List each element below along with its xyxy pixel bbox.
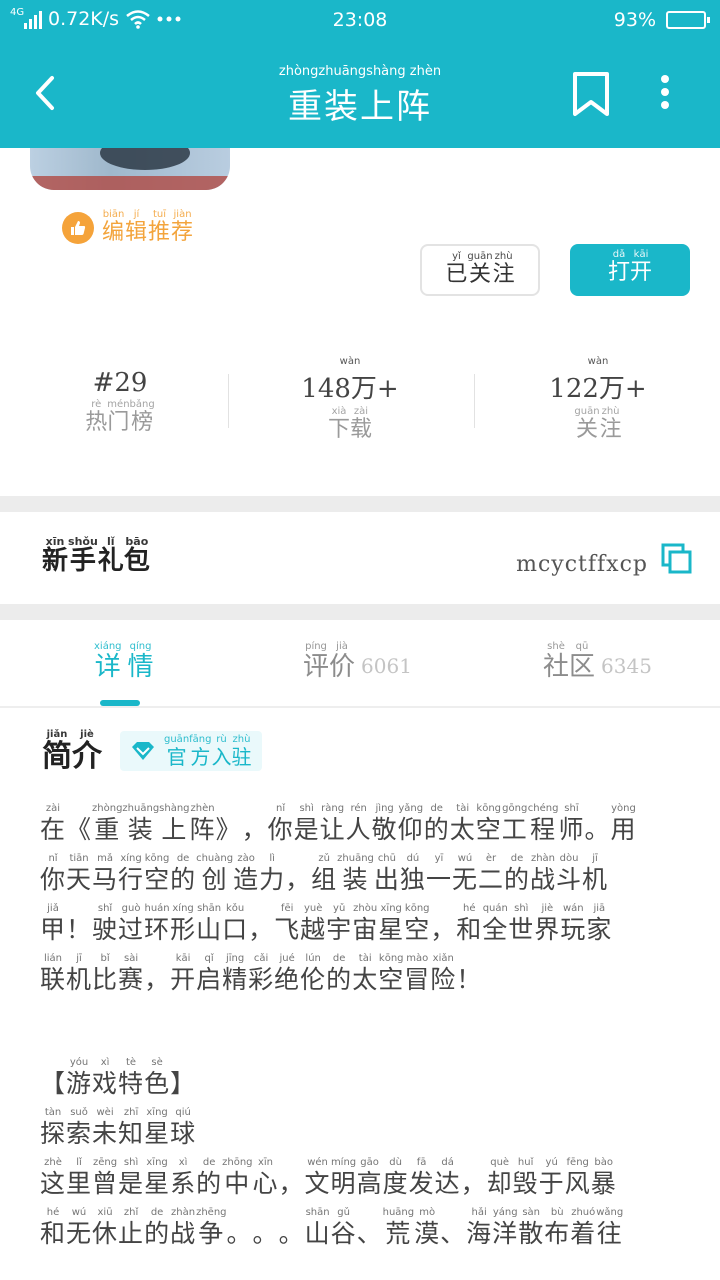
text-line: zài 在《 zhòng 重 zhuāng 装 shàng 上 zhèn 阵》， nǐ 你 shì 是 rà…	[40, 803, 637, 844]
stat-label: guān 关 zhù 注	[574, 406, 622, 442]
stat-value: 148万+	[301, 374, 399, 404]
text-line: lián 联 jī 机 bǐ 比 sài 赛， kāi 开 qǐ 启 jīng 精 cǎi 彩 jué 绝 lún 伦…	[40, 953, 483, 994]
detail-tabs: xiáng 详 qíng 情 píng 评 jià 价 6061 shè 社 qū 区 6345	[0, 620, 720, 708]
section-divider	[0, 496, 720, 512]
stats-row: #29 rè 热 mén 门 bǎng 榜 wàn 148万+ xià 下 zài 载 wàn …	[0, 356, 720, 446]
thumbs-up-icon	[62, 212, 94, 244]
diamond-icon	[132, 742, 154, 760]
stat-value: #29	[92, 368, 148, 398]
text-line: zhè 这 lǐ 里 zēng 曾 shì 是 xīng 星 xì 系 de 的 zhōng 中 xīn 心， wé…	[40, 1157, 617, 1198]
divider	[228, 374, 229, 428]
more-options-icon[interactable]	[650, 70, 680, 118]
features-paragraph: 【yóu 游 xì 戏 tè 特 sè 色】 tàn 探 suǒ 索 wèi 未 zhī 知 xīng 星 qiú 球…	[40, 1058, 680, 1258]
battery-percent: 93%	[613, 9, 656, 31]
back-icon[interactable]	[22, 68, 70, 118]
stat-followers: wàn 122万+ guān 关 zhù 注	[478, 356, 718, 441]
stat-downloads: wàn 148万+ xià 下 zài 载	[230, 356, 470, 441]
text-line: jiǎ 甲！ shǐ 驶 guò 过 huán 环 xíng 形 shān 山 kǒu 口， fēi 飞 yuè…	[40, 903, 613, 944]
page-title-text: 重装上阵	[288, 87, 432, 127]
gift-code[interactable]: mcyctffxcp	[516, 552, 648, 577]
community-count: 6345	[601, 654, 652, 678]
stat-ranking[interactable]: #29 rè 热 mén 门 bǎng 榜	[0, 356, 240, 434]
copy-icon[interactable]	[660, 542, 694, 576]
page-title-pinyin: zhòngzhuāngshàng zhèn	[278, 64, 442, 79]
stat-label: xià 下 zài 载	[327, 406, 373, 442]
text-line: nǐ 你 tiān 天 mǎ 马 xíng 行 kōng 空 de 的 chuàng 创 zào 造 lì 力， z…	[40, 853, 609, 894]
tab-community[interactable]: shè 社 qū 区 6345	[543, 642, 652, 681]
intro-paragraph: zài 在《 zhòng 重 zhuāng 装 shàng 上 zhèn 阵》， nǐ 你 shì 是 rà…	[40, 804, 680, 1004]
app-header: 4G 0.72K/s 23:08 93% zhòngzhuāngshàng zh…	[0, 0, 720, 148]
editor-recommend-label: biān 编 jí 辑 tuī 推 jiàn 荐	[102, 209, 195, 245]
section-divider	[0, 604, 720, 620]
text-line: 【yóu 游 xì 戏 tè 特 sè 色】	[40, 1057, 197, 1098]
text-line: tàn 探 suǒ 索 wèi 未 zhī 知 xīng 星 qiú 球	[40, 1107, 197, 1148]
intro-header: jiǎn 简 jiè 介 guān 官 fāng 方 rù 入 zhù 驻	[42, 730, 262, 772]
open-game-button[interactable]: dǎ 打 kāi 开	[570, 244, 690, 296]
battery-icon	[666, 11, 710, 29]
review-count: 6061	[361, 654, 412, 678]
tab-details[interactable]: xiáng 详 qíng 情	[94, 642, 154, 681]
official-badge: guān 官 fāng 方 rù 入 zhù 驻	[120, 731, 262, 771]
followed-button[interactable]: yǐ 已 guān 关 zhù 注	[420, 244, 540, 296]
gift-title: xīn 新 shǒu 手 lǐ 礼 bāo 包	[42, 535, 150, 576]
starter-gift-section: xīn 新 shǒu 手 lǐ 礼 bāo 包 mcyctffxcp	[0, 512, 720, 604]
tab-reviews[interactable]: píng 评 jià 价 6061	[303, 642, 412, 681]
page-title: zhòngzhuāngshàng zhèn 重装上阵	[160, 64, 560, 128]
status-bar: 4G 0.72K/s 23:08 93%	[0, 0, 720, 40]
divider	[474, 374, 475, 428]
stat-label: rè 热 mén 门 bǎng 榜	[85, 399, 155, 435]
clock: 23:08	[332, 9, 388, 31]
editor-recommend-badge: biān 编 jí 辑 tuī 推 jiàn 荐	[62, 210, 194, 244]
text-line: hé 和 wú 无 xiū 休 zhǐ 止 de 的 zhàn 战 zhēng 争。。。 shān 山 gǔ 谷、…	[40, 1207, 624, 1248]
game-cover-image	[30, 148, 230, 190]
bookmark-icon[interactable]	[568, 70, 614, 118]
active-tab-indicator	[100, 700, 140, 706]
stat-value: 122万+	[549, 374, 647, 404]
intro-title: jiǎn 简 jiè 介	[42, 729, 102, 774]
